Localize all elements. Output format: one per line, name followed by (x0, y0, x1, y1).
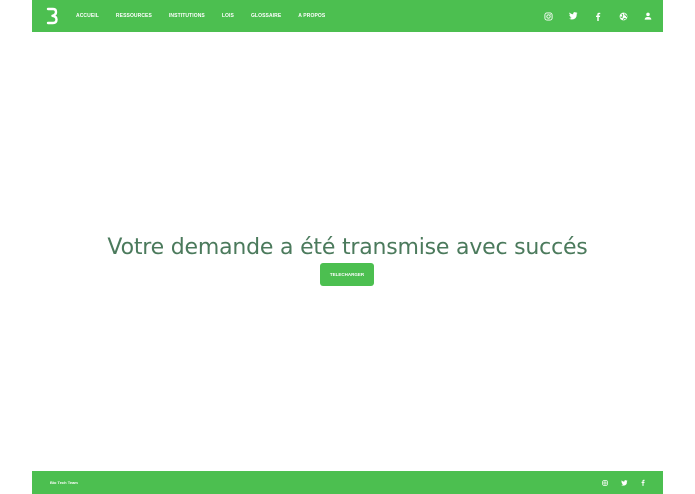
footer-brand: Bio Tech Team (50, 480, 78, 485)
instagram-icon[interactable] (601, 479, 609, 487)
twitter-icon[interactable] (567, 10, 579, 22)
user-icon[interactable] (642, 10, 654, 22)
nav-item-accueil[interactable]: ACCUEIL (76, 13, 99, 19)
globe-icon[interactable] (617, 10, 629, 22)
nav-item-institutions[interactable]: INSTITUTIONS (169, 13, 205, 19)
main-nav: ACCUEIL RESSOURCES INSTITUTIONS LOIS GLO… (76, 0, 342, 32)
twitter-icon[interactable] (620, 479, 628, 487)
nav-item-lois[interactable]: LOIS (222, 13, 234, 19)
instagram-icon[interactable] (542, 10, 554, 22)
header-social-icons (529, 0, 654, 32)
nav-item-glossaire[interactable]: GLOSSAIRE (251, 13, 281, 19)
nav-item-ressources[interactable]: RESSOURCES (116, 13, 152, 19)
nav-item-apropos[interactable]: A PROPOS (298, 13, 325, 19)
facebook-icon[interactable] (639, 479, 647, 487)
page-frame: ACCUEIL RESSOURCES INSTITUTIONS LOIS GLO… (32, 0, 663, 494)
footer-social-icons (590, 471, 647, 494)
success-message: Votre demande a été transmise avec succé… (107, 234, 588, 260)
brand-logo-icon[interactable] (46, 7, 58, 25)
download-button[interactable]: TELECHARGER (320, 263, 374, 286)
top-navbar: ACCUEIL RESSOURCES INSTITUTIONS LOIS GLO… (32, 0, 663, 32)
facebook-icon[interactable] (592, 10, 604, 22)
footer: Bio Tech Team (32, 471, 663, 494)
